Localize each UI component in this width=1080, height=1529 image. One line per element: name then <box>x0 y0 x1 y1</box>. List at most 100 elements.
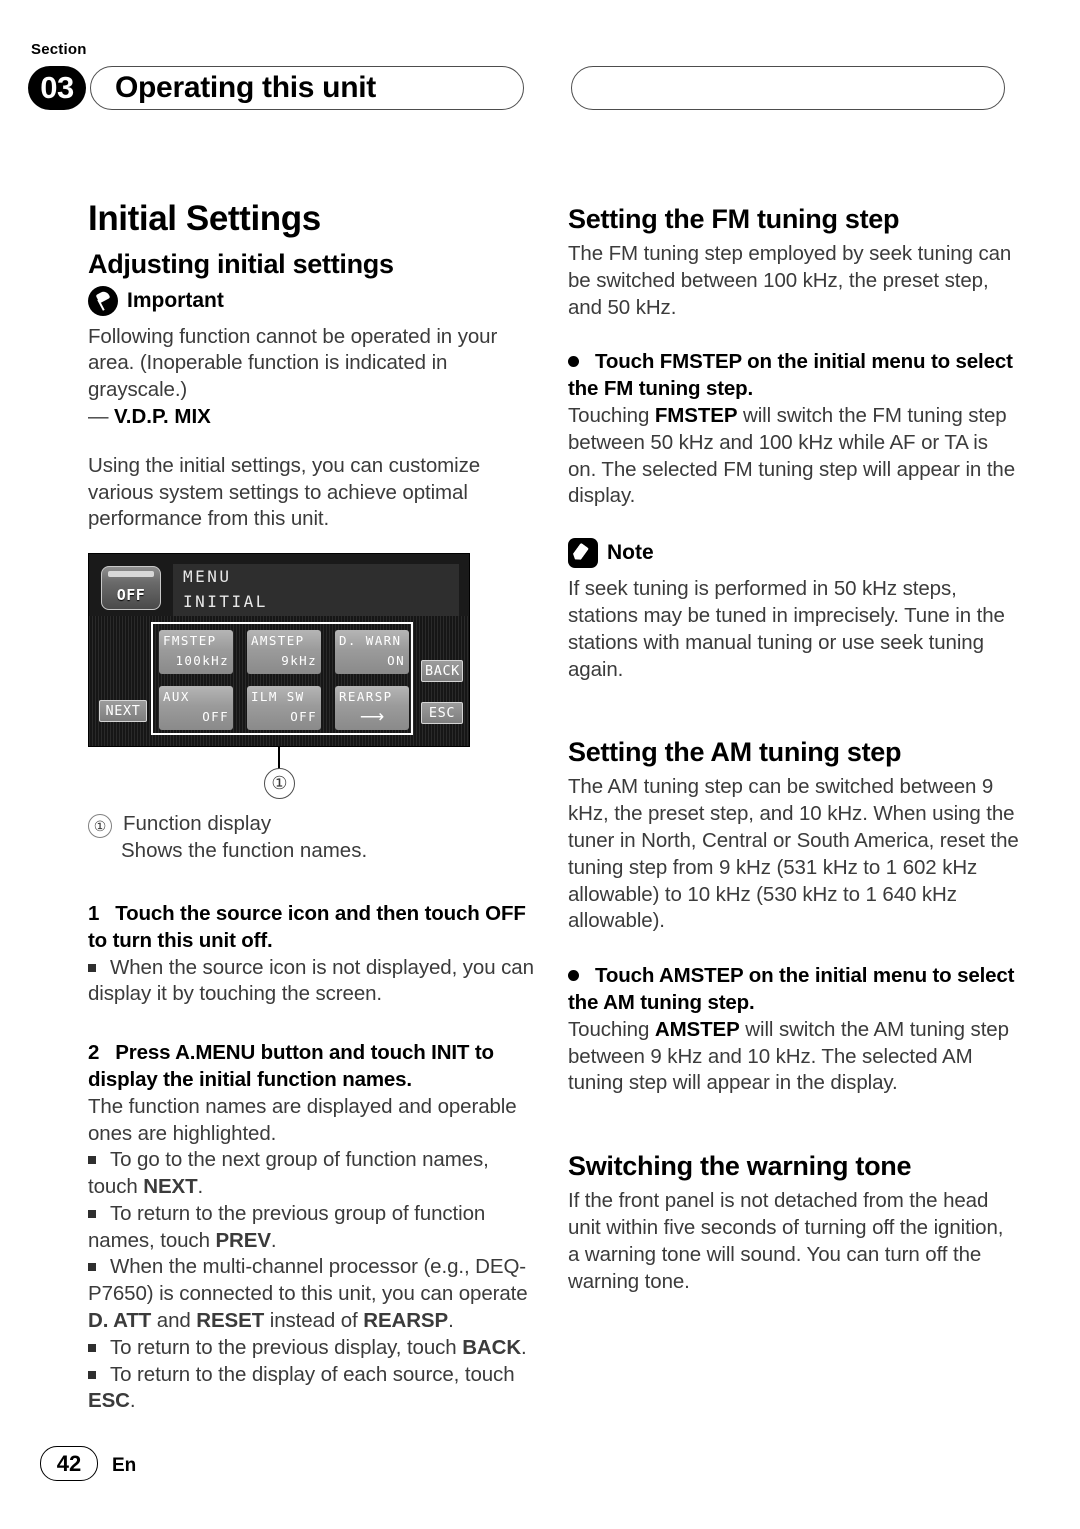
lcd-button-ilmsw-value: OFF <box>290 709 317 725</box>
lcd-button-amstep-value: 9kHz <box>281 653 317 669</box>
fm-note-body: If seek tuning is performed in 50 kHz st… <box>568 577 1005 681</box>
lcd-button-aux[interactable]: AUX OFF <box>159 686 233 731</box>
important-dash-item: — V.D.P. MIX <box>88 404 540 431</box>
square-bullet-icon <box>88 1263 96 1272</box>
warning-body: If the front panel is not detached from … <box>568 1189 1004 1293</box>
note-pencil-icon <box>568 538 598 569</box>
figure-legend-marker: ① <box>88 814 112 839</box>
lcd-button-fmstep-value: 100kHz <box>175 653 229 669</box>
lcd-button-ilmsw[interactable]: ILM SW OFF <box>247 686 321 731</box>
step-2-note-4: To return to the display of each source,… <box>88 1362 515 1413</box>
step-2-number: 2 <box>88 1041 100 1065</box>
round-bullet-icon <box>568 970 579 982</box>
lcd-button-aux-value: OFF <box>202 709 229 725</box>
step-2-note-0: To go to the next group of function name… <box>88 1148 489 1199</box>
list-item: To return to the previous display, touch… <box>88 1335 540 1362</box>
lcd-menu-line-2: INITIAL <box>183 592 268 612</box>
footer-page-number: 42 <box>40 1446 98 1481</box>
page-title-pill: Operating this unit <box>90 66 524 110</box>
page-title-pill-right-empty <box>571 66 1005 110</box>
section-label: Section <box>31 41 87 58</box>
step-2-note-3: To return to the previous display, touch… <box>110 1335 527 1359</box>
heading-switching-warning-tone: Switching the warning tone <box>568 1151 912 1182</box>
intro-paragraph: Using the initial settings, you can cust… <box>88 453 481 531</box>
square-bullet-icon <box>88 1209 96 1218</box>
square-bullet-icon <box>88 1343 96 1352</box>
lcd-button-dwarn[interactable]: D. WARN ON <box>335 630 409 675</box>
step-2: 2 Press A.MENU button and touch INIT to d… <box>88 1040 540 1094</box>
am-body: The AM tuning step can be switched betwe… <box>568 775 1019 933</box>
figure-legend-title: Function display <box>123 812 272 836</box>
square-bullet-icon <box>88 1156 96 1165</box>
lcd-function-grid: FMSTEP 100kHz AMSTEP 9kHz D. WARN ON AUX… <box>89 616 469 747</box>
lcd-back-button[interactable]: BACK <box>421 660 463 683</box>
note-label: Note <box>607 541 654 565</box>
list-item: To return to the previous group of funct… <box>88 1201 540 1255</box>
step-2-note-1: To return to the previous group of funct… <box>88 1201 486 1252</box>
em-dash: — <box>88 404 109 428</box>
lcd-button-amstep[interactable]: AMSTEP 9kHz <box>247 630 321 675</box>
step-1: 1 Touch the source icon and then touch OF… <box>88 901 540 955</box>
lcd-screen: MENU INITIAL OFF FMSTEP 100kHz AMSTEP 9k… <box>88 553 470 748</box>
footer-language: En <box>112 1455 137 1476</box>
important-pin-icon <box>88 285 118 316</box>
note-callout-header: Note <box>568 538 1020 569</box>
lcd-button-fmstep[interactable]: FMSTEP 100kHz <box>159 630 233 675</box>
step-1-notes: When the source icon is not displayed, y… <box>88 955 540 1009</box>
step-2-body: The function names are displayed and ope… <box>88 1094 517 1145</box>
square-bullet-icon <box>88 963 96 972</box>
heading-am-tuning-step: Setting the AM tuning step <box>568 737 902 768</box>
fm-bullet-heading-text: Touch FMSTEP on the initial menu to sele… <box>568 350 1013 401</box>
fm-bullet-heading: Touch FMSTEP on the initial menu to sele… <box>568 349 1020 403</box>
figure-legend-description: Shows the function names. <box>121 839 368 863</box>
step-2-notes: To go to the next group of function name… <box>88 1147 540 1415</box>
fm-bullet-body: Touching FMSTEP will switch the FM tunin… <box>568 404 1016 508</box>
list-item: When the source icon is not displayed, y… <box>88 955 540 1009</box>
lcd-button-ilmsw-name: ILM SW <box>251 689 305 705</box>
step-1-number: 1 <box>88 901 100 925</box>
important-label: Important <box>127 288 224 312</box>
lcd-figure: MENU INITIAL OFF FMSTEP 100kHz AMSTEP 9k… <box>88 553 540 800</box>
am-bullet-body: Touching AMSTEP will switch the AM tunin… <box>568 1017 1009 1095</box>
lcd-button-fmstep-name: FMSTEP <box>163 633 217 649</box>
lcd-button-rearsp-name: REARSP <box>339 689 393 705</box>
lcd-off-button[interactable]: OFF <box>101 566 161 611</box>
callout-marker-1: ① <box>264 768 295 800</box>
lcd-button-aux-name: AUX <box>163 689 190 705</box>
fm-body: The FM tuning step employed by seek tuni… <box>568 242 1012 319</box>
am-bullet-heading-text: Touch AMSTEP on the initial menu to sele… <box>568 964 1015 1015</box>
important-callout-header: Important <box>88 285 540 316</box>
right-column: Setting the FM tuning step The FM tuning… <box>568 200 1020 1295</box>
heading-adjusting-initial-settings: Adjusting initial settings <box>88 248 394 279</box>
lcd-button-dwarn-value: ON <box>387 653 405 669</box>
lcd-top-bar: MENU INITIAL OFF <box>101 564 459 617</box>
lcd-off-button-bar <box>108 571 154 578</box>
step-1-note-0: When the source icon is not displayed, y… <box>88 955 534 1006</box>
lcd-next-button[interactable]: NEXT <box>99 700 147 723</box>
step-2-note-2: When the multi-channel processor (e.g., … <box>88 1255 528 1333</box>
square-bullet-icon <box>88 1370 96 1379</box>
heading-fm-tuning-step: Setting the FM tuning step <box>568 204 900 234</box>
page-title: Operating this unit <box>115 71 376 104</box>
important-dash-item-label: V.D.P. MIX <box>114 404 211 428</box>
important-body-text: Following function cannot be operated in… <box>88 324 498 402</box>
lcd-button-rearsp-arrow-icon: ⟶ <box>359 707 385 727</box>
left-column: Initial Settings Adjusting initial setti… <box>88 199 540 1415</box>
lcd-button-rearsp[interactable]: REARSP ⟶ <box>335 686 409 731</box>
lcd-menu-title-area: MENU INITIAL <box>173 564 459 617</box>
am-bullet-heading: Touch AMSTEP on the initial menu to sele… <box>568 963 1020 1017</box>
list-item: To return to the display of each source,… <box>88 1362 540 1416</box>
list-item: To go to the next group of function name… <box>88 1147 540 1201</box>
lcd-esc-button[interactable]: ESC <box>421 702 463 725</box>
step-2-text: Press A.MENU button and touch INIT to di… <box>88 1041 494 1091</box>
lcd-button-amstep-name: AMSTEP <box>251 633 305 649</box>
lcd-off-button-label: OFF <box>116 586 146 605</box>
list-item: When the multi-channel processor (e.g., … <box>88 1254 540 1334</box>
lcd-button-dwarn-name: D. WARN <box>339 633 402 649</box>
lcd-menu-line-1: MENU <box>183 567 232 587</box>
round-bullet-icon <box>568 356 579 368</box>
section-number-badge: 03 <box>28 66 86 110</box>
heading-initial-settings: Initial Settings <box>88 199 321 238</box>
step-1-text: Touch the source icon and then touch OFF… <box>88 901 526 952</box>
figure-legend-row: ① Function display <box>88 811 540 839</box>
